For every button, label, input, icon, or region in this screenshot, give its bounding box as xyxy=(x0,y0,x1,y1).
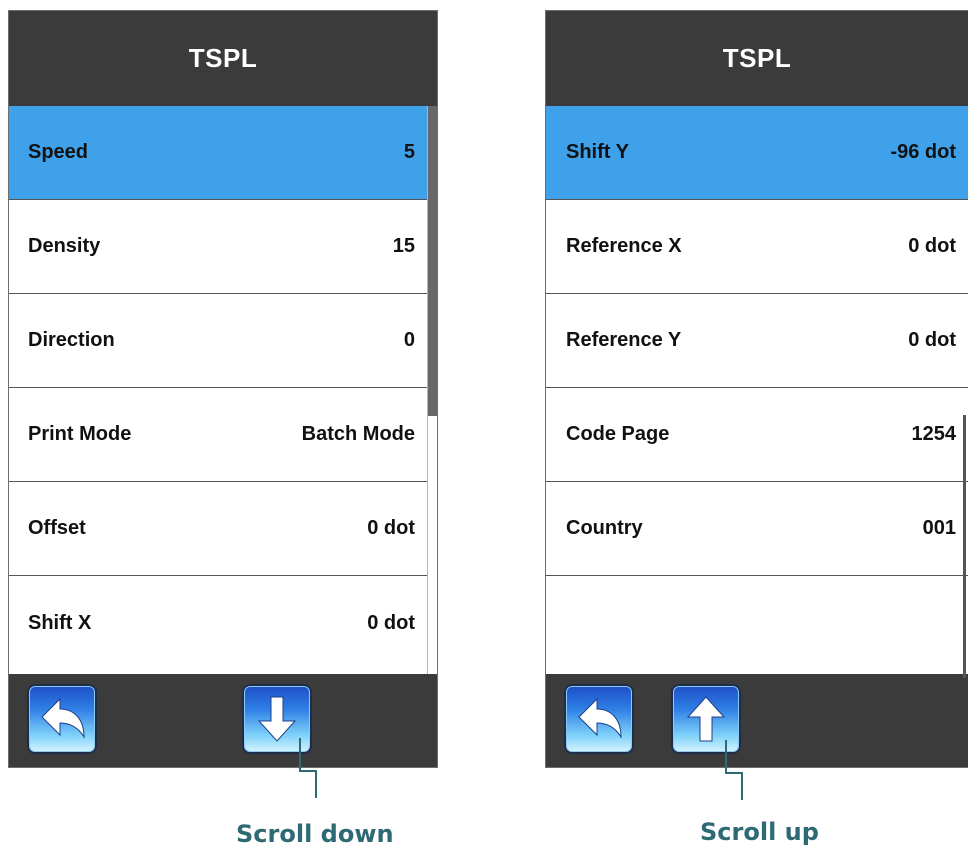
connector-line xyxy=(741,772,743,800)
row-shift-x[interactable]: Shift X 0 dot xyxy=(9,576,427,670)
title-bar: TSPL xyxy=(9,11,437,106)
row-value: 1254 xyxy=(911,423,957,445)
row-value: 5 xyxy=(403,141,415,163)
row-value: 0 dot xyxy=(908,235,956,257)
scroll-down-caption: Scroll down xyxy=(236,820,394,848)
row-offset[interactable]: Offset 0 dot xyxy=(9,482,427,576)
row-label: Direction xyxy=(28,329,115,351)
settings-list: Shift Y -96 dot Reference X 0 dot Refere… xyxy=(546,106,968,674)
row-label: Reference Y xyxy=(566,329,682,351)
scroll-up-caption: Scroll up xyxy=(700,818,819,846)
row-reference-x[interactable]: Reference X 0 dot xyxy=(546,200,968,294)
row-shift-y[interactable]: Shift Y -96 dot xyxy=(546,106,968,200)
row-label: Country xyxy=(566,517,643,539)
tspl-screen-page-1: TSPL Speed 5 Density 15 Direction 0 Prin… xyxy=(8,10,438,768)
row-value: 15 xyxy=(392,235,415,257)
row-print-mode[interactable]: Print Mode Batch Mode xyxy=(9,388,427,482)
row-label: Offset xyxy=(28,517,86,539)
row-value: -96 dot xyxy=(890,141,956,163)
scroll-up-button[interactable] xyxy=(671,684,741,754)
bottom-nav-bar xyxy=(9,674,437,767)
back-icon xyxy=(41,697,85,739)
back-button[interactable] xyxy=(27,684,97,754)
row-country[interactable]: Country 001 xyxy=(546,482,968,576)
row-value: Batch Mode xyxy=(301,423,415,445)
arrow-down-icon xyxy=(257,696,297,742)
screen-title: TSPL xyxy=(722,43,792,73)
row-value: 001 xyxy=(922,517,956,539)
tspl-screen-page-2: TSPL Shift Y -96 dot Reference X 0 dot R… xyxy=(545,10,968,768)
back-button[interactable] xyxy=(564,684,634,754)
row-label: Shift X xyxy=(28,611,92,634)
row-label: Print Mode xyxy=(28,423,132,445)
row-label: Density xyxy=(28,235,101,257)
screen-title: TSPL xyxy=(188,43,258,73)
row-speed[interactable]: Speed 5 xyxy=(9,106,427,200)
connector-line xyxy=(299,738,301,772)
row-label: Code Page xyxy=(566,423,670,445)
arrow-up-icon xyxy=(686,696,726,742)
row-code-page[interactable]: Code Page 1254 xyxy=(546,388,968,482)
row-value: 0 dot xyxy=(367,517,415,539)
row-value: 0 dot xyxy=(367,611,415,634)
scrollbar-thumb[interactable] xyxy=(428,106,437,416)
row-reference-y[interactable]: Reference Y 0 dot xyxy=(546,294,968,388)
row-density[interactable]: Density 15 xyxy=(9,200,427,294)
row-value: 0 xyxy=(403,329,415,351)
scroll-down-button[interactable] xyxy=(242,684,312,754)
empty-row xyxy=(546,576,968,670)
scrollbar-thumb-page-2[interactable] xyxy=(963,415,966,678)
scrollbar[interactable] xyxy=(427,106,437,674)
row-label: Shift Y xyxy=(566,141,629,163)
bottom-nav-bar xyxy=(546,674,968,767)
back-icon xyxy=(578,697,622,739)
title-bar: TSPL xyxy=(546,11,968,106)
connector-line xyxy=(725,740,727,774)
connector-line xyxy=(315,770,317,798)
settings-list: Speed 5 Density 15 Direction 0 Print Mod… xyxy=(9,106,437,674)
row-direction[interactable]: Direction 0 xyxy=(9,294,427,388)
row-label: Reference X xyxy=(566,235,682,257)
row-label: Speed xyxy=(28,141,89,163)
row-value: 0 dot xyxy=(908,329,956,351)
